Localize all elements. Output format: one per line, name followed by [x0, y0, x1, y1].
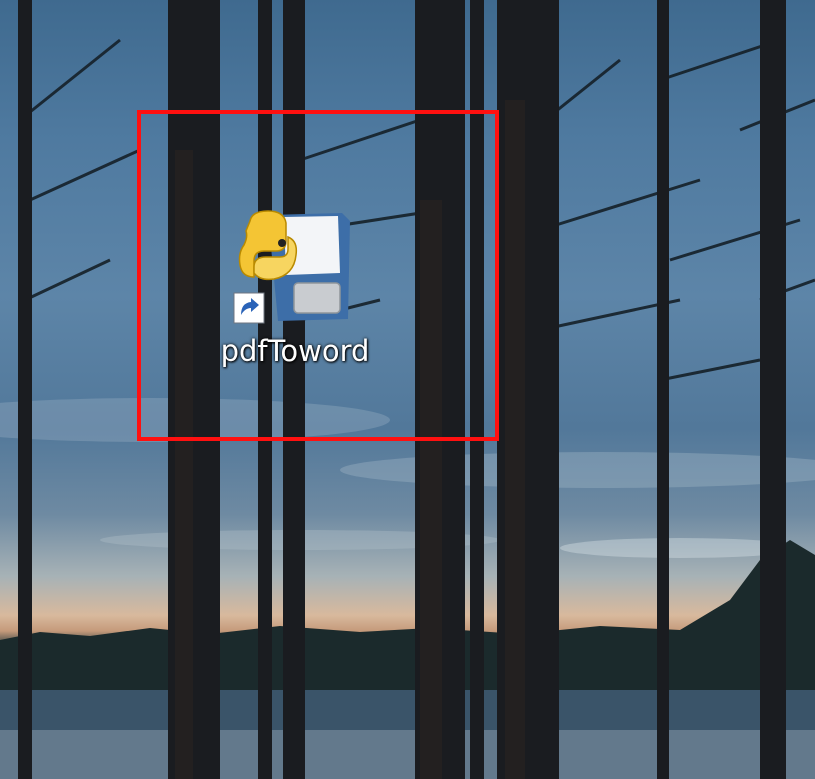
desktop-icon-pdftoword[interactable]: pdfToword [205, 205, 385, 380]
desktop-icon-label: pdfToword [220, 334, 370, 368]
python-script-shortcut-icon [233, 210, 350, 324]
desktop[interactable]: pdfToword [0, 0, 815, 779]
shortcut-arrow-icon [233, 292, 265, 324]
desktop-wallpaper [0, 0, 815, 779]
